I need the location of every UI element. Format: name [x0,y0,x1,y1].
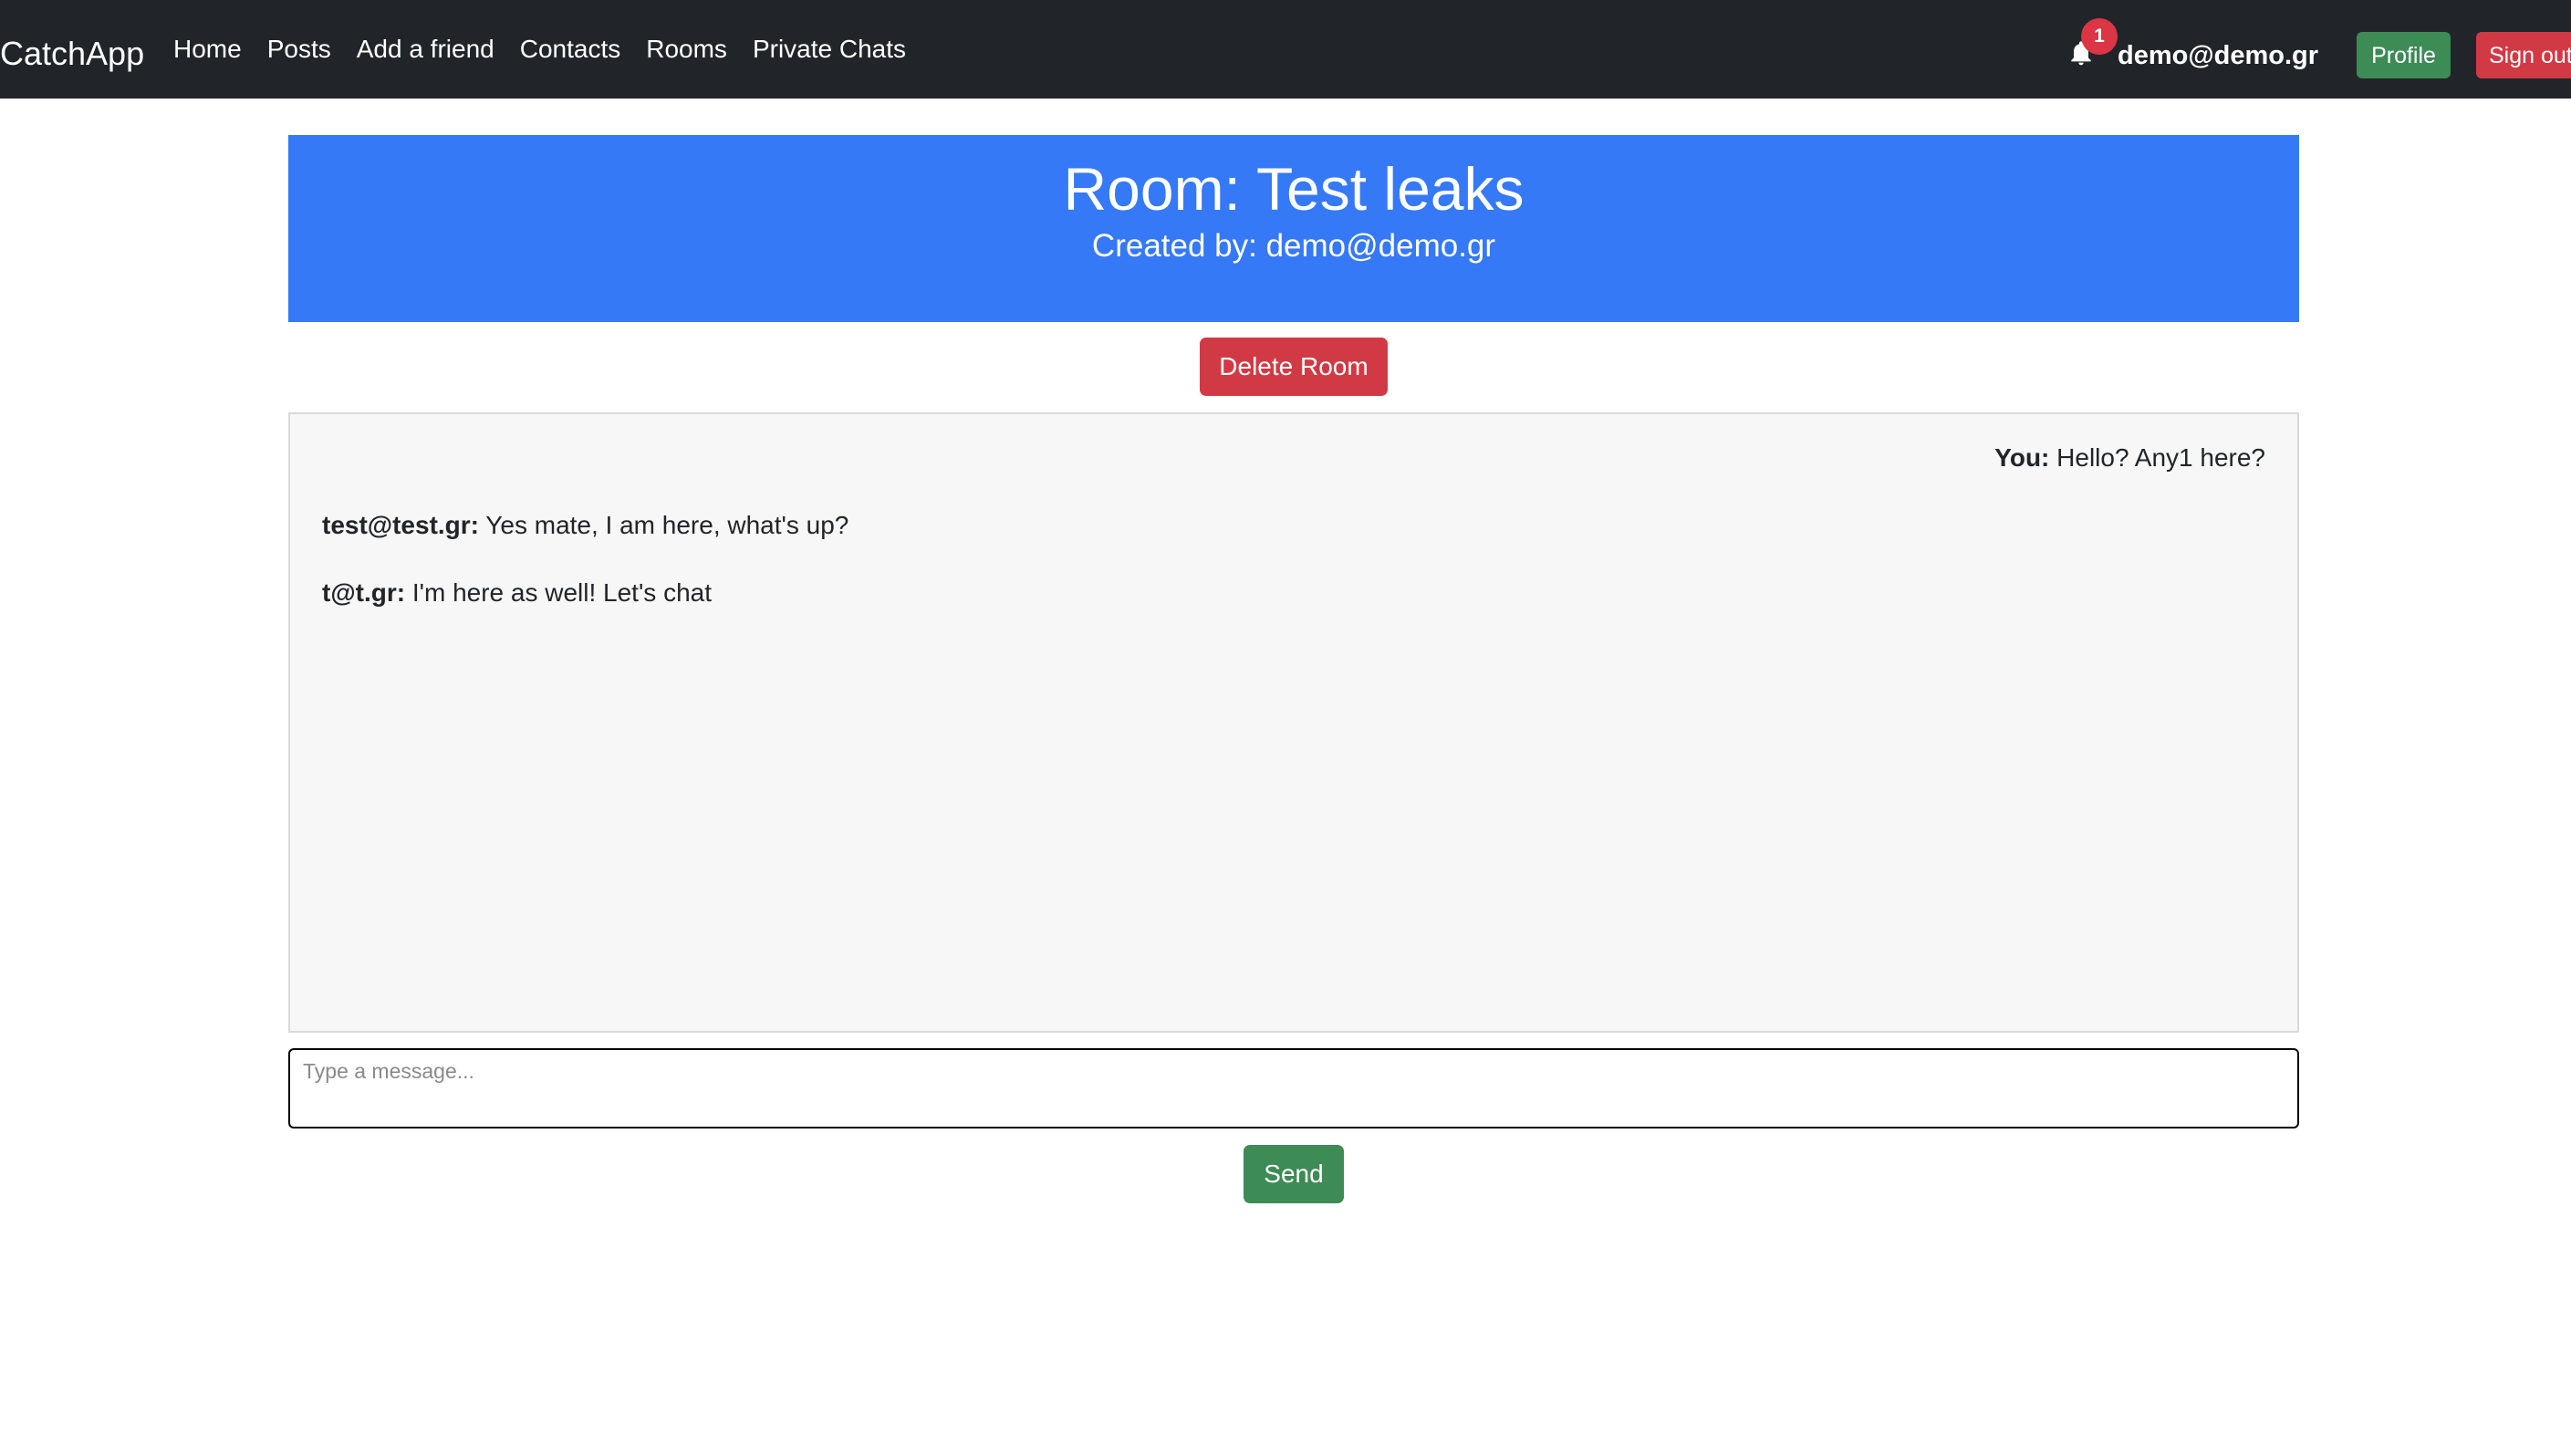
notification-count-badge: 1 [2081,18,2118,55]
nav-link-posts[interactable]: Posts [255,31,344,68]
delete-room-button[interactable]: Delete Room [1200,338,1388,396]
top-navbar: CatchApp Home Posts Add a friend Contact… [0,0,2571,99]
room-title: Room: Test leaks [1063,155,1525,223]
send-button[interactable]: Send [1244,1145,1344,1203]
nav-link-home[interactable]: Home [173,31,255,68]
nav-links: Home Posts Add a friend Contacts Rooms P… [173,0,919,99]
chat-message: test@test.gr: Yes mate, I am here, what'… [322,509,2265,542]
room-header-banner: Room: Test leaks Created by: demo@demo.g… [288,135,2299,322]
nav-link-contacts[interactable]: Contacts [507,31,634,68]
message-text: Hello? Any1 here? [2056,443,2265,472]
message-sender: t@t.gr: [322,578,406,607]
message-sender: You: [1994,443,2050,472]
message-input[interactable] [288,1048,2299,1128]
message-text: I'm here as well! Let's chat [411,578,713,607]
profile-button[interactable]: Profile [2357,32,2451,78]
chat-message: You: Hello? Any1 here? [322,442,2265,474]
room-creator: Created by: demo@demo.gr [1091,228,1496,265]
nav-link-add-friend[interactable]: Add a friend [344,31,507,68]
chat-message: t@t.gr: I'm here as well! Let's chat [322,577,2265,609]
nav-link-rooms[interactable]: Rooms [633,31,740,68]
message-text: Yes mate, I am here, what's up? [485,511,849,539]
chat-messages-box[interactable]: You: Hello? Any1 here? test@test.gr: Yes… [288,412,2299,1033]
brand-logo[interactable]: CatchApp [0,0,144,99]
nav-link-private-chats[interactable]: Private Chats [740,31,919,68]
current-user-email: demo@demo.gr [2118,41,2319,70]
sign-out-button[interactable]: Sign out [2476,32,2571,78]
message-sender: test@test.gr: [322,511,479,539]
